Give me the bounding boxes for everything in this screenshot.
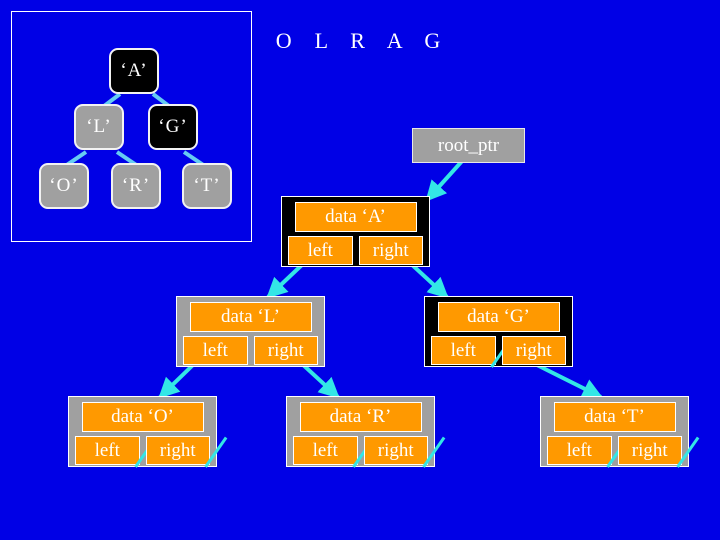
tree-node-t-label: ‘T’ [193, 175, 221, 196]
node-o-data-label: data ‘O’ [111, 406, 174, 427]
tree-node-g-label: ‘G’ [158, 116, 188, 137]
tree-node-a[interactable]: ‘A’ [109, 48, 159, 94]
node-g-left-cell[interactable]: left [431, 336, 513, 368]
node-o-data-cell: data ‘O’ [81, 402, 204, 432]
tree-node-o[interactable]: ‘O’ [39, 163, 89, 209]
root-ptr-label: root_ptr [412, 128, 525, 163]
tree-node-r[interactable]: ‘R’ [111, 163, 161, 209]
tree-node-g[interactable]: ‘G’ [148, 104, 198, 150]
node-g-pointer-row: left right [431, 336, 566, 368]
node-r-left-cell[interactable]: left [293, 436, 375, 468]
tree-node-t[interactable]: ‘T’ [182, 163, 232, 209]
tree-node-r-label: ‘R’ [121, 175, 151, 196]
null-pointer-slash-icon [676, 436, 700, 468]
node-a-right-label: right [372, 239, 409, 261]
node-r-right-cell[interactable]: right [363, 436, 446, 468]
binary-tree-panel: ‘A’ ‘L’ ‘G’ ‘O’ ‘R’ ‘T’ [11, 11, 252, 242]
slide-canvas: O L R A G ‘A’ ‘L’ ‘G’ ‘O’ ‘R’ ‘T’ root_p… [0, 0, 720, 540]
node-t-pointer-row: left right [547, 436, 700, 468]
node-t-left-label: left [566, 439, 592, 461]
node-t-data-label: data ‘T’ [584, 406, 645, 427]
node-t[interactable]: data ‘T’ left right [540, 396, 700, 468]
node-g-data-cell: data ‘G’ [437, 302, 560, 332]
tree-node-l[interactable]: ‘L’ [74, 104, 124, 150]
tree-node-o-label: ‘O’ [49, 175, 79, 196]
root-ptr-text: root_ptr [437, 134, 500, 156]
node-o-pointer-row: left right [75, 436, 228, 468]
node-r-data-cell: data ‘R’ [299, 402, 422, 432]
node-l-left-label: left [202, 339, 228, 361]
node-l-left-cell[interactable]: left [183, 336, 248, 365]
node-a-data-label: data ‘A’ [325, 206, 386, 227]
node-a-left-cell[interactable]: left [288, 236, 353, 265]
node-a-left-label: left [307, 239, 333, 261]
node-o-left-cell[interactable]: left [75, 436, 157, 468]
node-t-right-cell[interactable]: right [617, 436, 700, 468]
node-t-left-cell[interactable]: left [547, 436, 629, 468]
node-t-right-label: right [631, 439, 668, 461]
null-pointer-slash-icon [204, 436, 228, 468]
node-o-right-cell[interactable]: right [145, 436, 228, 468]
node-r-pointer-row: left right [293, 436, 446, 468]
node-r-left-label: left [312, 439, 338, 461]
node-a-pointer-row: left right [288, 236, 423, 265]
node-a[interactable]: data ‘A’ left right [281, 196, 430, 267]
node-a-right-cell[interactable]: right [358, 236, 423, 265]
node-l-right-cell[interactable]: right [253, 336, 318, 365]
node-l-data-cell: data ‘L’ [189, 302, 312, 332]
node-t-data-cell: data ‘T’ [553, 402, 676, 432]
tree-node-a-label: ‘A’ [120, 60, 148, 81]
node-g[interactable]: data ‘G’ left right [424, 296, 573, 368]
node-o-right-label: right [159, 439, 196, 461]
node-l-data-label: data ‘L’ [221, 306, 280, 327]
node-r-right-label: right [377, 439, 414, 461]
node-g-right-label: right [515, 339, 552, 361]
page-title: O L R A G [275, 28, 445, 53]
node-g-data-label: data ‘G’ [467, 306, 530, 327]
node-l-right-label: right [267, 339, 304, 361]
node-l-pointer-row: left right [183, 336, 318, 365]
node-o[interactable]: data ‘O’ left right [68, 396, 228, 468]
node-a-data-cell: data ‘A’ [294, 202, 417, 232]
node-l[interactable]: data ‘L’ left right [176, 296, 325, 367]
node-r[interactable]: data ‘R’ left right [286, 396, 446, 468]
node-r-data-label: data ‘R’ [329, 406, 392, 427]
node-o-left-label: left [94, 439, 120, 461]
node-g-left-label: left [450, 339, 476, 361]
tree-node-l-label: ‘L’ [86, 116, 112, 137]
null-pointer-slash-icon [422, 436, 446, 468]
node-g-right-cell[interactable]: right [501, 336, 566, 365]
